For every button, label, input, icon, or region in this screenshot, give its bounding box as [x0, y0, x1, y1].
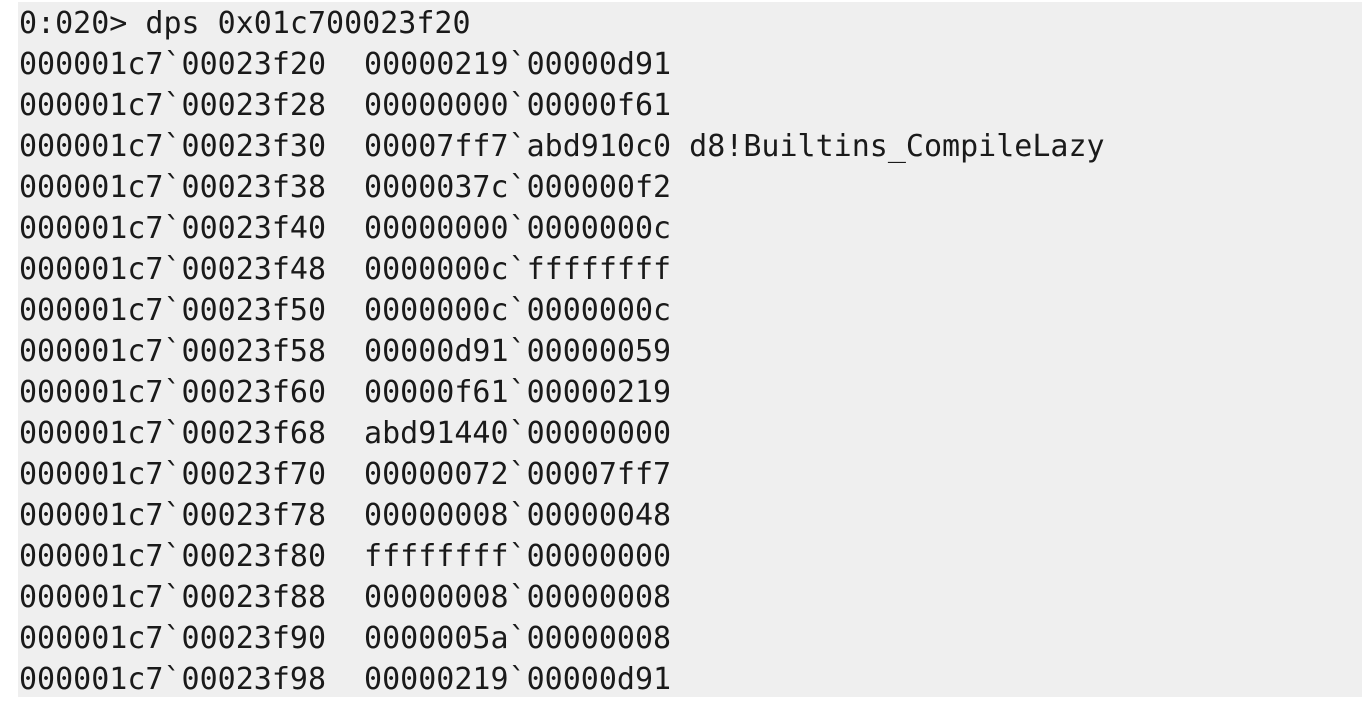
memory-value: 00000008`00000008 — [364, 580, 672, 615]
memory-row: 000001c7`00023f90 0000005a`00000008 — [18, 618, 1362, 659]
memory-row: 000001c7`00023f40 00000000`0000000c — [18, 208, 1362, 249]
memory-value: 00000000`00000f61 — [364, 88, 672, 123]
command-prompt-line: 0:020> dps 0x01c700023f20 — [19, 6, 471, 41]
memory-value: 00000219`00000d91 — [364, 662, 672, 697]
memory-row: 000001c7`00023f20 00000219`00000d91 — [18, 44, 1362, 85]
memory-address: 000001c7`00023f78 — [19, 498, 327, 533]
memory-address: 000001c7`00023f28 — [19, 88, 327, 123]
memory-value: ffffffff`00000000 — [364, 539, 672, 574]
memory-address: 000001c7`00023f38 — [19, 170, 327, 205]
memory-address: 000001c7`00023f48 — [19, 252, 327, 287]
memory-value: 00000d91`00000059 — [364, 334, 672, 369]
memory-row: 000001c7`00023f48 0000000c`ffffffff — [18, 249, 1362, 290]
memory-address: 000001c7`00023f50 — [19, 293, 327, 328]
memory-value: 00000219`00000d91 — [364, 47, 672, 82]
memory-value: 00000008`00000048 — [364, 498, 672, 533]
memory-row: 000001c7`00023f88 00000008`00000008 — [18, 577, 1362, 618]
memory-value: 00007ff7`abd910c0 — [364, 129, 672, 164]
memory-value: abd91440`00000000 — [364, 416, 672, 451]
memory-value: 0000000c`0000000c — [364, 293, 672, 328]
memory-row: 000001c7`00023f60 00000f61`00000219 — [18, 372, 1362, 413]
memory-address: 000001c7`00023f70 — [19, 457, 327, 492]
memory-value: 00000072`00007ff7 — [364, 457, 672, 492]
memory-row: 000001c7`00023f80 ffffffff`00000000 — [18, 536, 1362, 577]
memory-address: 000001c7`00023f98 — [19, 662, 327, 697]
memory-address: 000001c7`00023f88 — [19, 580, 327, 615]
memory-value: 0000000c`ffffffff — [364, 252, 672, 287]
memory-address: 000001c7`00023f30 — [19, 129, 327, 164]
memory-address: 000001c7`00023f60 — [19, 375, 327, 410]
memory-row: 000001c7`00023f98 00000219`00000d91 — [18, 659, 1362, 700]
memory-address: 000001c7`00023f90 — [19, 621, 327, 656]
memory-row: 000001c7`00023f70 00000072`00007ff7 — [18, 454, 1362, 495]
memory-row: 000001c7`00023f50 0000000c`0000000c — [18, 290, 1362, 331]
memory-dump-rows: 000001c7`00023f20 00000219`00000d91 000001… — [18, 44, 1362, 700]
memory-value: 0000005a`00000008 — [364, 621, 672, 656]
debugger-output-panel: 0:020> dps 0x01c700023f20 000001c7`00023… — [18, 2, 1362, 697]
memory-row: 000001c7`00023f28 00000000`00000f61 — [18, 85, 1362, 126]
symbol-name: d8!Builtins_CompileLazy — [689, 129, 1105, 164]
memory-row: 000001c7`00023f78 00000008`00000048 — [18, 495, 1362, 536]
memory-value: 00000f61`00000219 — [364, 375, 672, 410]
memory-address: 000001c7`00023f68 — [19, 416, 327, 451]
memory-address: 000001c7`00023f80 — [19, 539, 327, 574]
memory-row: 000001c7`00023f38 0000037c`000000f2 — [18, 167, 1362, 208]
memory-row: 000001c7`00023f58 00000d91`00000059 — [18, 331, 1362, 372]
memory-value: 00000000`0000000c — [364, 211, 672, 246]
memory-row: 000001c7`00023f68 abd91440`00000000 — [18, 413, 1362, 454]
memory-address: 000001c7`00023f20 — [19, 47, 327, 82]
memory-address: 000001c7`00023f40 — [19, 211, 327, 246]
memory-row: 000001c7`00023f30 00007ff7`abd910c0 d8!Bu… — [18, 126, 1362, 167]
memory-address: 000001c7`00023f58 — [19, 334, 327, 369]
memory-value: 0000037c`000000f2 — [364, 170, 672, 205]
